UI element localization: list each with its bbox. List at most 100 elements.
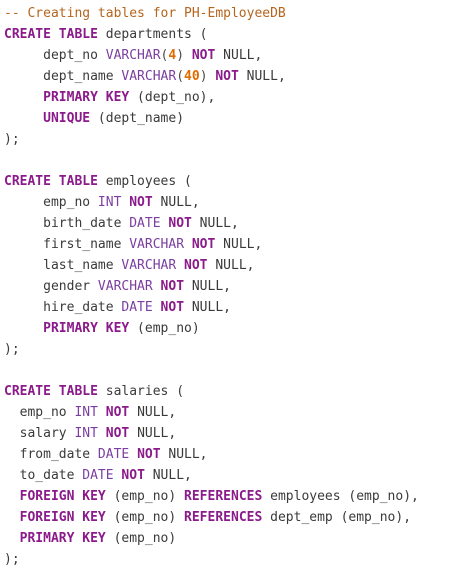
code-token: NULL, <box>207 258 255 273</box>
code-token: employees ( <box>97 174 192 189</box>
sql-keyword: PRIMARY KEY <box>43 321 130 336</box>
code-token: to_date <box>4 468 83 483</box>
code-line: CREATE TABLE employees ( <box>0 171 464 192</box>
code-token: NULL, <box>215 237 263 252</box>
code-token: emp_no <box>4 405 75 420</box>
sql-type: VARCHAR <box>129 237 185 252</box>
code-token: (emp_no) <box>129 321 200 336</box>
code-line: last_name VARCHAR NOT NULL, <box>0 255 464 276</box>
code-token: salaries ( <box>97 384 185 399</box>
code-token: ) <box>176 48 192 63</box>
sql-keyword: NOT <box>105 405 130 420</box>
sql-type: DATE <box>129 216 161 231</box>
sql-number: 40 <box>184 69 200 84</box>
sql-type: INT <box>74 405 98 420</box>
sql-type: VARCHAR <box>121 69 177 84</box>
sql-keyword: PRIMARY KEY <box>19 531 106 546</box>
sql-keyword: CREATE TABLE <box>4 27 98 42</box>
code-token: (emp_no) <box>105 531 177 546</box>
code-token: ); <box>4 552 20 567</box>
sql-type: VARCHAR <box>97 279 153 294</box>
sql-type: VARCHAR <box>105 48 161 63</box>
code-token: ) <box>199 69 216 84</box>
code-token: employees (emp_no), <box>262 489 419 504</box>
sql-type: INT <box>74 426 98 441</box>
code-line: hire_date DATE NOT NULL, <box>0 297 464 318</box>
sql-keyword: CREATE TABLE <box>4 384 98 399</box>
code-token: dept_emp (emp_no), <box>262 510 412 525</box>
sql-keyword: NOT <box>191 237 216 252</box>
code-line: CREATE TABLE salaries ( <box>0 381 464 402</box>
sql-type: DATE <box>97 447 130 462</box>
code-token: emp_no <box>4 195 98 210</box>
sql-type: DATE <box>121 300 153 315</box>
code-token: NULL, <box>215 48 263 63</box>
sql-keyword: REFERENCES <box>184 510 263 525</box>
code-token: NULL, <box>238 69 286 84</box>
code-line: birth_date DATE NOT NULL, <box>0 213 464 234</box>
code-token: NULL, <box>160 447 208 462</box>
sql-keyword: NOT <box>121 468 145 483</box>
code-line: dept_name VARCHAR(40) NOT NULL, <box>0 66 464 87</box>
code-token: NULL, <box>184 300 231 315</box>
code-line: FOREIGN KEY (emp_no) REFERENCES employee… <box>0 486 464 507</box>
code-line: UNIQUE (dept_name) <box>0 108 464 129</box>
code-line: CREATE TABLE departments ( <box>0 24 464 45</box>
sql-code-editor[interactable]: -- Creating tables for PH-EmployeeDB CREA… <box>0 0 464 576</box>
code-line: dept_no VARCHAR(4) NOT NULL, <box>0 45 464 66</box>
sql-type: DATE <box>82 468 114 483</box>
code-token: ); <box>4 342 20 357</box>
code-line: PRIMARY KEY (dept_no), <box>0 87 464 108</box>
sql-keyword: NOT <box>168 216 192 231</box>
sql-comment: -- Creating tables for PH-EmployeeDB <box>4 6 286 21</box>
sql-keyword: PRIMARY KEY <box>43 90 130 105</box>
code-token: NULL, <box>129 426 177 441</box>
code-line: first_name VARCHAR NOT NULL, <box>0 234 464 255</box>
code-line: to_date DATE NOT NULL, <box>0 465 464 486</box>
sql-keyword: CREATE TABLE <box>4 174 98 189</box>
code-token: ); <box>4 132 20 147</box>
code-token: dept_name <box>4 69 122 84</box>
code-line: PRIMARY KEY (emp_no) <box>0 318 464 339</box>
code-token: (dept_name) <box>90 111 185 126</box>
code-token: gender <box>4 279 98 294</box>
sql-type: VARCHAR <box>121 258 177 273</box>
code-line: gender VARCHAR NOT NULL, <box>0 276 464 297</box>
code-token: first_name <box>4 237 130 252</box>
code-line: ); <box>0 549 464 570</box>
code-line: PRIMARY KEY (emp_no) <box>0 528 464 549</box>
code-line: FOREIGN KEY (emp_no) REFERENCES dept_emp… <box>0 507 464 528</box>
code-line: ); <box>0 339 464 360</box>
sql-keyword: NOT <box>191 48 216 63</box>
code-token: NULL, <box>129 405 177 420</box>
code-token: NULL, <box>152 195 200 210</box>
sql-type: INT <box>97 195 122 210</box>
code-token: birth_date <box>4 216 130 231</box>
code-token: (dept_no), <box>129 90 216 105</box>
code-token: (emp_no) <box>105 489 185 504</box>
code-token: ( <box>176 69 185 84</box>
sql-keyword: NOT <box>215 69 239 84</box>
code-line: salary INT NOT NULL, <box>0 423 464 444</box>
sql-keyword: FOREIGN KEY <box>19 489 106 504</box>
sql-keyword: NOT <box>137 447 161 462</box>
code-token: (emp_no) <box>105 510 185 525</box>
sql-keyword: NOT <box>160 279 185 294</box>
code-line: from_date DATE NOT NULL, <box>0 444 464 465</box>
sql-keyword: REFERENCES <box>184 489 263 504</box>
code-line: emp_no INT NOT NULL, <box>0 402 464 423</box>
code-token: dept_no <box>4 48 106 63</box>
code-token: departments ( <box>97 27 208 42</box>
